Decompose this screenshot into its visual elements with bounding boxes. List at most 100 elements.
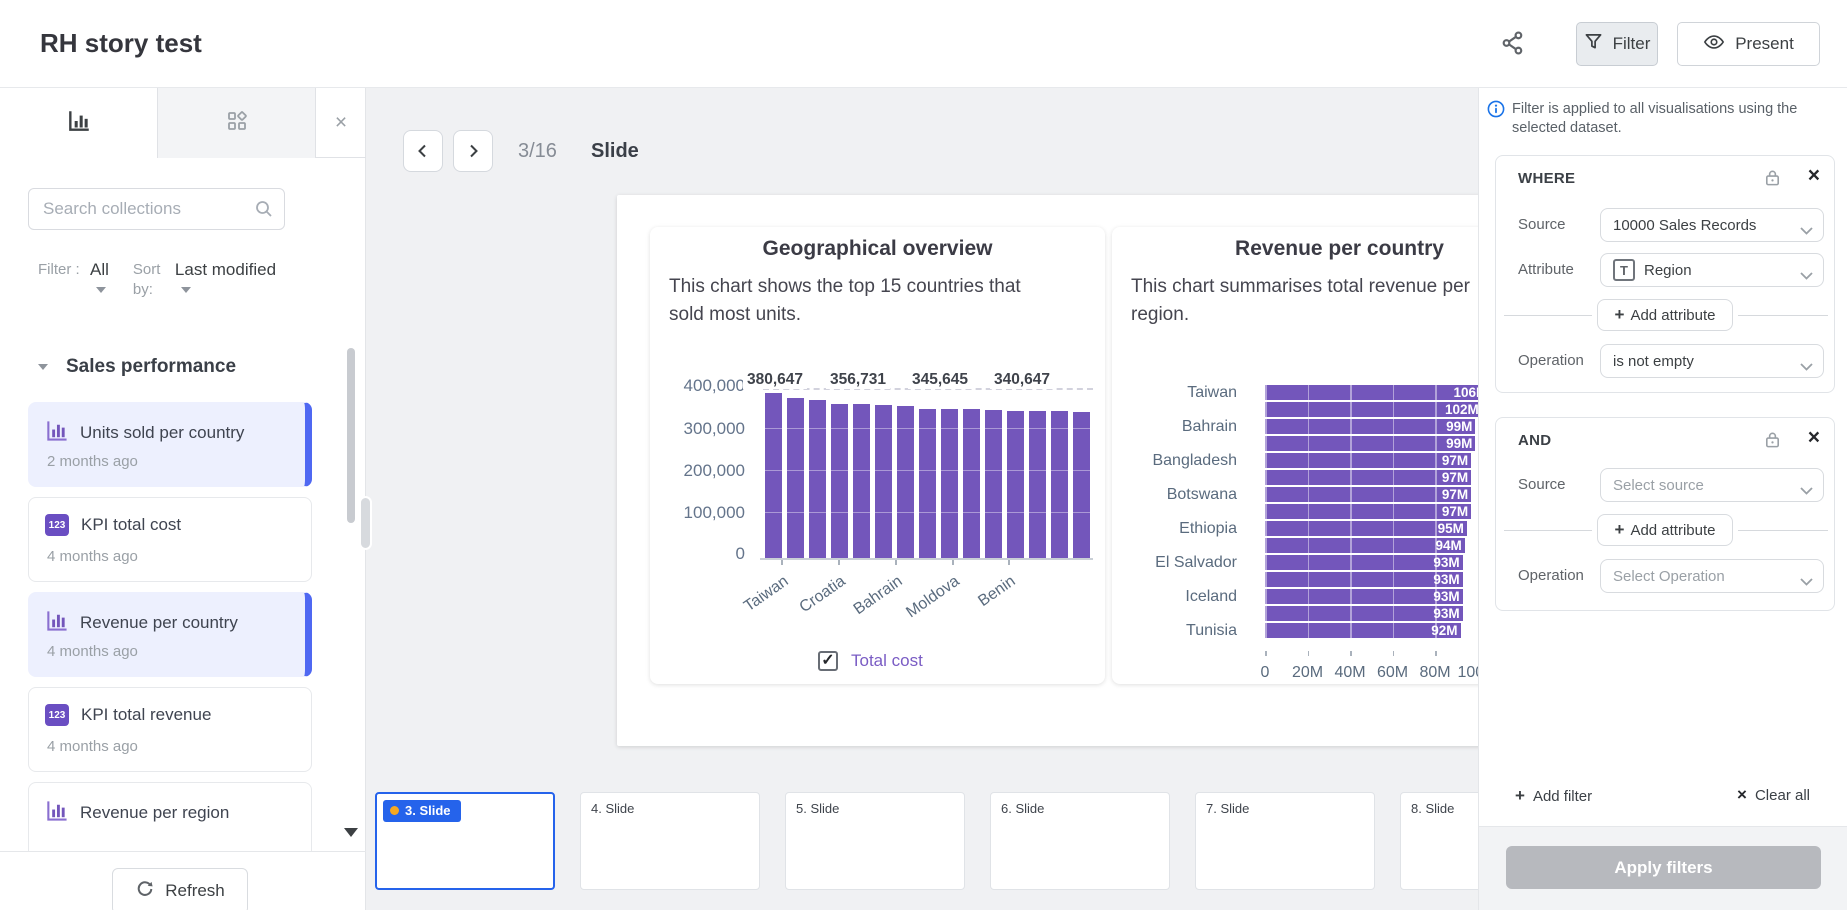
source-select-placeholder: Select source — [1613, 477, 1704, 494]
refresh-button-label: Refresh — [165, 881, 225, 901]
slide-thumbnail-label: 6. Slide — [1001, 801, 1044, 816]
divider — [1504, 530, 1592, 531]
collections-sort-control[interactable]: Sort by: Last modified — [133, 260, 276, 300]
list-item[interactable]: 123KPI total revenue4 months ago — [28, 687, 312, 772]
add-filter-label: Add filter — [1533, 788, 1592, 805]
chart-legend: ✓ Total cost — [818, 651, 923, 671]
data-label: 345,645 — [908, 371, 972, 389]
bar-value-label: 97M — [1442, 505, 1468, 518]
bar-value-label: 93M — [1433, 573, 1459, 586]
scroll-down-icon[interactable] — [344, 828, 358, 837]
collections-filter-control[interactable]: Filter : All — [38, 260, 109, 300]
sidebar-close-button[interactable]: × — [316, 88, 366, 158]
list-item[interactable]: 123KPI total cost4 months ago — [28, 497, 312, 582]
data-label: 340,647 — [990, 371, 1054, 389]
chevron-down-icon — [1800, 358, 1813, 375]
filter-panel-footer: Apply filters — [1479, 826, 1847, 910]
bar-value-label: 95M — [1438, 522, 1464, 535]
bar-chart-tab-icon — [66, 108, 92, 139]
list-item-row: 123KPI total revenue — [45, 704, 211, 726]
slide-thumbnail[interactable]: 4. Slide — [580, 792, 760, 890]
chart-card-geographical-overview[interactable]: Geographical overview This chart shows t… — [650, 227, 1105, 684]
bar: 93M — [1265, 606, 1463, 621]
refresh-button[interactable]: Refresh — [112, 868, 248, 910]
lock-icon[interactable] — [1763, 430, 1782, 454]
add-attribute-label: Add attribute — [1630, 307, 1715, 324]
divider — [1504, 315, 1592, 316]
x-axis-tick-label: 0 — [1261, 664, 1270, 682]
gridline — [1265, 379, 1267, 647]
close-icon[interactable]: × — [1808, 164, 1820, 188]
top-header: RH story test Filter Present — [0, 0, 1847, 88]
slide-thumbnail[interactable]: 3. Slide — [375, 792, 555, 890]
sidebar-scrollbar[interactable] — [347, 348, 355, 523]
where-title: WHERE — [1518, 170, 1575, 187]
list-item-title: Units sold per country — [80, 423, 244, 443]
gridline — [763, 428, 1093, 429]
bar-value-label: 93M — [1433, 590, 1459, 603]
search-input[interactable] — [41, 190, 246, 228]
gridline — [763, 470, 1093, 471]
previous-slide-button[interactable] — [403, 130, 443, 172]
source-select[interactable]: Select source — [1600, 468, 1824, 502]
x-axis-tick-label: Croatia — [781, 573, 849, 628]
list-item[interactable]: Revenue per country4 months ago — [28, 592, 312, 677]
x-axis-tick-label: Benin — [951, 573, 1019, 628]
slide-thumbnail[interactable]: 6. Slide — [990, 792, 1170, 890]
clear-all-button[interactable]: × Clear all — [1737, 786, 1810, 804]
list-item[interactable]: Units sold per country 2 months ago — [28, 402, 312, 487]
axis-tick — [781, 560, 783, 565]
slide-thumbnail[interactable]: 7. Slide — [1195, 792, 1375, 890]
y-axis-tick-label: 100,000 — [650, 503, 745, 523]
bar: 92M — [1265, 623, 1461, 638]
funnel-icon — [1584, 32, 1603, 56]
list-item[interactable]: Revenue per region — [28, 782, 312, 851]
x-axis-tick-label: 40M — [1334, 664, 1365, 682]
list-item-timestamp: 2 months ago — [47, 453, 138, 470]
close-icon[interactable]: × — [1808, 426, 1820, 450]
collection-title: Sales performance — [66, 356, 236, 378]
operation-label: Operation — [1518, 352, 1584, 369]
lock-icon[interactable] — [1763, 168, 1782, 192]
bar: 95M — [1265, 521, 1467, 536]
panel-resize-handle[interactable] — [359, 496, 372, 550]
collection-header[interactable]: Sales performance — [38, 356, 236, 378]
collections-filter-value: All — [90, 260, 109, 279]
sidebar-tabs: × — [0, 88, 366, 158]
add-attribute-button[interactable]: + Add attribute — [1597, 514, 1733, 546]
gridline — [1350, 379, 1352, 647]
tab-components[interactable] — [158, 88, 316, 158]
tab-charts[interactable] — [0, 88, 158, 158]
slide-canvas[interactable]: Geographical overview This chart shows t… — [617, 195, 1570, 746]
present-button[interactable]: Present — [1677, 22, 1820, 66]
bar — [1029, 411, 1046, 558]
source-select[interactable]: 10000 Sales Records — [1600, 208, 1824, 242]
bar-value-label: 93M — [1433, 607, 1459, 620]
bar: 93M — [1265, 572, 1463, 587]
legend-checkbox[interactable]: ✓ — [818, 651, 838, 671]
axis-tick — [1350, 651, 1352, 656]
grid-components-icon — [225, 109, 249, 138]
share-button[interactable] — [1496, 28, 1530, 62]
next-slide-button[interactable] — [453, 130, 493, 172]
close-icon: × — [1737, 786, 1747, 804]
chevron-down-icon — [181, 287, 191, 293]
x-axis-tick-label: 20M — [1292, 664, 1323, 682]
x-axis-tick-label: Taiwan — [724, 573, 792, 628]
operation-select[interactable]: Select Operation — [1600, 559, 1824, 593]
present-button-label: Present — [1735, 34, 1794, 54]
apply-filters-button[interactable]: Apply filters — [1506, 846, 1821, 889]
slide-thumbnail[interactable]: 5. Slide — [785, 792, 965, 890]
bar — [941, 409, 958, 558]
y-axis-category-label: Botswana — [1112, 487, 1237, 503]
bar: 97M — [1265, 487, 1471, 502]
add-attribute-button[interactable]: + Add attribute — [1597, 299, 1733, 331]
add-filter-button[interactable]: + Add filter — [1515, 786, 1592, 806]
filter-button[interactable]: Filter — [1576, 22, 1658, 66]
attribute-select[interactable]: T Region — [1600, 253, 1824, 287]
bar — [985, 410, 1002, 558]
gridline — [1308, 379, 1310, 647]
plus-icon: + — [1515, 786, 1525, 806]
operation-select[interactable]: is not empty — [1600, 344, 1824, 378]
y-axis-category-label: El Salvador — [1112, 555, 1237, 571]
